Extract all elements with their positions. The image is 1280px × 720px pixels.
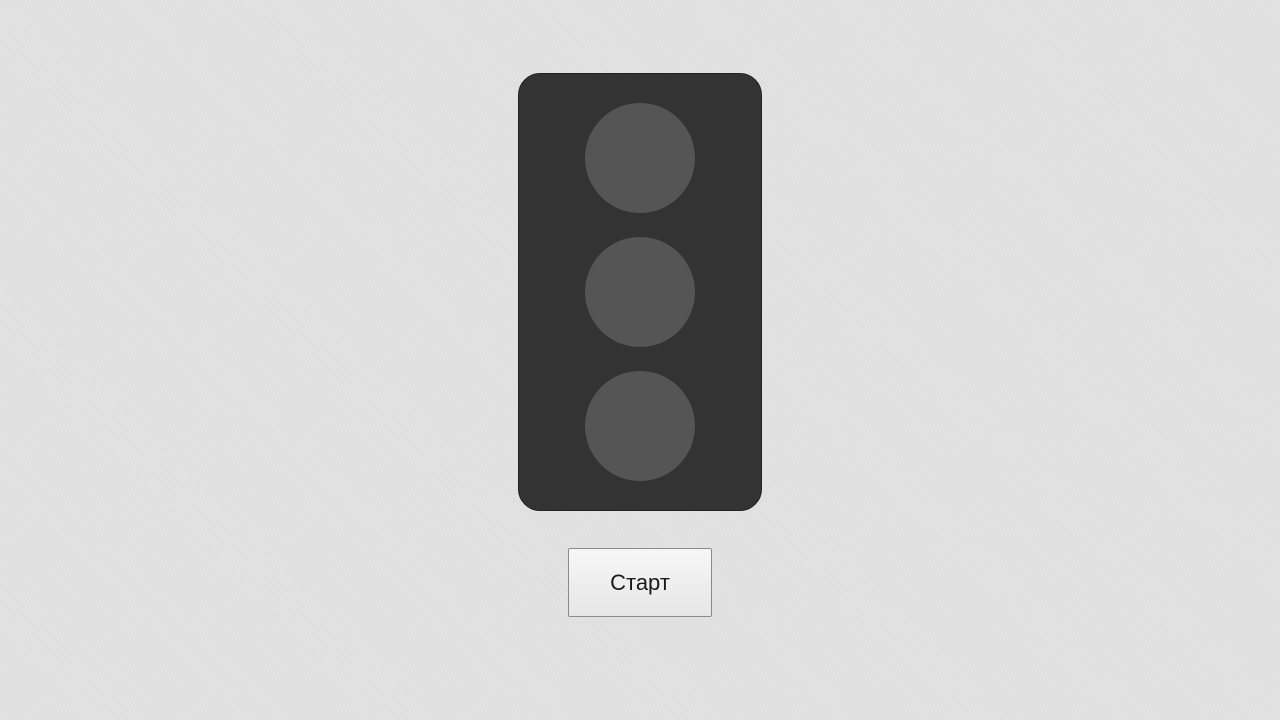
lamp-top	[585, 103, 695, 213]
start-button[interactable]: Старт	[568, 548, 712, 617]
lamp-bottom	[585, 371, 695, 481]
traffic-light	[518, 73, 762, 511]
lamp-middle	[585, 237, 695, 347]
